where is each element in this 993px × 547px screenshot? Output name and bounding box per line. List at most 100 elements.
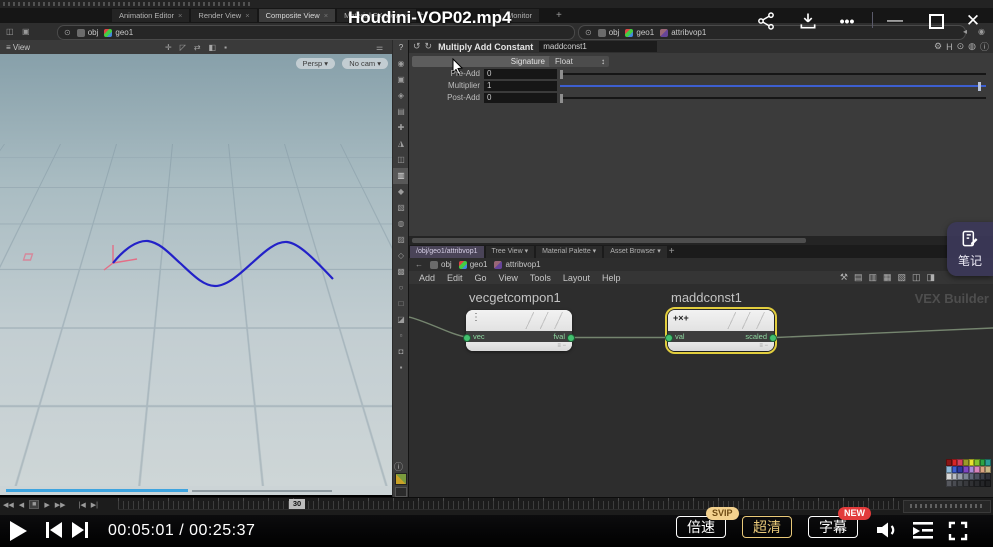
search-icon[interactable]: ⊙ xyxy=(957,41,965,52)
current-frame-indicator[interactable]: 30 xyxy=(289,499,305,509)
viewport-tool-icon[interactable]: ◘ xyxy=(393,344,409,360)
timeline-transport[interactable]: ◀◀ ◀ ■ ▶ ▶▶ |◀ ▶| xyxy=(3,500,98,509)
output-pin[interactable] xyxy=(567,334,575,342)
crumb-obj[interactable]: obj xyxy=(430,260,452,269)
viewport-tool-icons[interactable]: ✛◸⇄◧▪ xyxy=(165,43,235,52)
pre-add-field[interactable]: 0 xyxy=(484,69,557,79)
node-maddconst1[interactable]: +×+ val scaled ≡ − xyxy=(668,310,774,351)
viewport-tool-icon[interactable]: ▧ xyxy=(393,200,409,216)
recook-icon[interactable]: ↻ xyxy=(425,41,433,52)
viewport-tool-icon[interactable]: ◇ xyxy=(393,248,409,264)
tab-close-icon[interactable]: × xyxy=(245,11,249,20)
viewport-tool-icon[interactable]: ▥ xyxy=(393,168,409,184)
rewind-icon[interactable]: ◀◀ xyxy=(3,501,14,509)
more-button[interactable]: ••• xyxy=(836,10,858,32)
jump-start-icon[interactable]: |◀ xyxy=(79,501,86,509)
state-icon[interactable]: ◍ xyxy=(968,41,976,52)
play-icon[interactable]: ▶ xyxy=(44,501,49,509)
download-button[interactable] xyxy=(797,10,819,32)
menu-edit[interactable]: Edit xyxy=(447,273,463,283)
tab-close-icon[interactable]: × xyxy=(324,11,328,20)
input-pin[interactable] xyxy=(463,334,471,342)
network-canvas[interactable]: vecgetcompon1 ⋮ vec fval ≡ − maddconst1 … xyxy=(409,284,993,497)
viewport-tool-icon[interactable]: ▫ xyxy=(393,328,409,344)
viewport-tool-icon[interactable]: ▣ xyxy=(393,72,409,88)
recook-icon[interactable]: ↺ xyxy=(413,41,421,52)
tab-close-icon[interactable]: × xyxy=(178,11,182,20)
color-grid-icon[interactable] xyxy=(395,473,407,485)
shelf-tab-composite-view[interactable]: Composite View× xyxy=(259,9,335,22)
snapshot-icon[interactable] xyxy=(395,487,407,497)
pre-add-slider[interactable] xyxy=(560,73,986,75)
menu-go[interactable]: Go xyxy=(475,273,487,283)
palette-swatch[interactable] xyxy=(985,459,991,466)
add-pane-tab-button[interactable]: + xyxy=(669,246,675,258)
viewport-tool-icon[interactable]: ▩ xyxy=(393,264,409,280)
tab-material-palette[interactable]: Material Palette ▾ xyxy=(536,246,602,258)
viewport-tool-icon[interactable]: ◉ xyxy=(393,56,409,72)
step-back-icon[interactable]: ◀ xyxy=(19,501,24,509)
viewport-tool-icon[interactable]: ✚ xyxy=(393,120,409,136)
output-pin[interactable] xyxy=(769,334,777,342)
next-button[interactable] xyxy=(72,522,88,538)
viewport-tool-icon[interactable]: ◫ xyxy=(393,152,409,168)
viewport-side-toolbar[interactable]: ? ◉▣◈▤✚◮◫▥◆▧◍▨◇▩○□◪▫◘▪ xyxy=(392,40,409,497)
close-button[interactable]: ✕ xyxy=(962,10,984,32)
viewport-tool-icon[interactable]: ◮ xyxy=(393,136,409,152)
pane-layout-icon[interactable]: ▣ xyxy=(22,27,30,36)
menu-add[interactable]: Add xyxy=(419,273,435,283)
menu-help[interactable]: Help xyxy=(602,273,621,283)
tab-asset-browser[interactable]: Asset Browser ▾ xyxy=(604,246,667,258)
pane-layout-icon[interactable]: ◫ xyxy=(6,27,14,36)
pin-icon[interactable]: ⊙ xyxy=(585,28,592,37)
viewport-tool-icon[interactable]: ▤ xyxy=(393,104,409,120)
playlist-button[interactable] xyxy=(910,519,936,541)
horizontal-scrollbar[interactable] xyxy=(412,238,806,243)
fast-forward-icon[interactable]: ▶▶ xyxy=(55,501,66,509)
houdini-ops-icon[interactable]: H xyxy=(946,42,953,52)
help-icon[interactable]: ? xyxy=(393,40,409,56)
crumb-geo1[interactable]: geo1 xyxy=(459,260,488,269)
palette-swatch[interactable] xyxy=(985,466,991,473)
jump-end-icon[interactable]: ▶| xyxy=(91,501,98,509)
menu-layout[interactable]: Layout xyxy=(563,273,590,283)
stop-icon[interactable]: ■ xyxy=(29,500,39,509)
pin-icon[interactable]: ⊙ xyxy=(64,28,71,37)
viewport-3d[interactable]: Persp ▾ No cam ▾ xyxy=(0,54,392,486)
gear-icon[interactable]: ⚙ xyxy=(934,41,942,52)
node-flag-slots[interactable] xyxy=(520,312,568,329)
menu-tools[interactable]: Tools xyxy=(530,273,551,283)
palette-swatch[interactable] xyxy=(985,473,991,480)
slider-handle[interactable] xyxy=(978,82,981,91)
palette-swatch[interactable] xyxy=(985,480,991,487)
persp-view-selector[interactable]: Persp ▾ xyxy=(296,58,335,69)
node-flag-slots[interactable] xyxy=(722,312,770,329)
info-icon[interactable]: ⓘ xyxy=(394,460,403,473)
shelf-tab-animation-editor[interactable]: Animation Editor× xyxy=(112,9,189,22)
menu-view[interactable]: View xyxy=(499,273,518,283)
crumb-attribvop1[interactable]: attribvop1 xyxy=(494,260,540,269)
multiplier-slider[interactable] xyxy=(560,85,986,87)
viewport-tool-icon[interactable]: ▪ xyxy=(393,360,409,376)
viewport-tool-icon[interactable]: ◆ xyxy=(393,184,409,200)
back-arrow-icon[interactable]: ← xyxy=(415,260,423,269)
signature-dropdown[interactable]: Float↕ xyxy=(549,56,609,67)
path-chip-geo1[interactable]: geo1 xyxy=(625,28,654,37)
frame-ruler[interactable] xyxy=(118,501,900,510)
camera-selector[interactable]: No cam ▾ xyxy=(342,58,388,69)
post-add-field[interactable]: 0 xyxy=(484,93,557,103)
multiplier-field[interactable]: 1 xyxy=(484,81,557,91)
viewport-tool-icon[interactable]: ○ xyxy=(393,280,409,296)
post-add-slider[interactable] xyxy=(560,97,986,99)
minimize-button[interactable]: — xyxy=(884,10,906,32)
fullscreen-button[interactable] xyxy=(946,519,970,543)
tab-tree-view[interactable]: Tree View ▾ xyxy=(486,246,535,258)
signature-button[interactable]: Signature xyxy=(412,56,551,67)
quality-button[interactable]: 超清 xyxy=(742,516,792,538)
share-button[interactable] xyxy=(755,10,777,32)
volume-button[interactable] xyxy=(874,518,900,542)
path-chip-obj[interactable]: obj xyxy=(77,28,99,37)
node-vecgetcompon1[interactable]: ⋮ vec fval ≡ − xyxy=(466,310,572,351)
viewport-tool-icon[interactable]: ◪ xyxy=(393,312,409,328)
path-chip-obj[interactable]: obj xyxy=(598,28,620,37)
